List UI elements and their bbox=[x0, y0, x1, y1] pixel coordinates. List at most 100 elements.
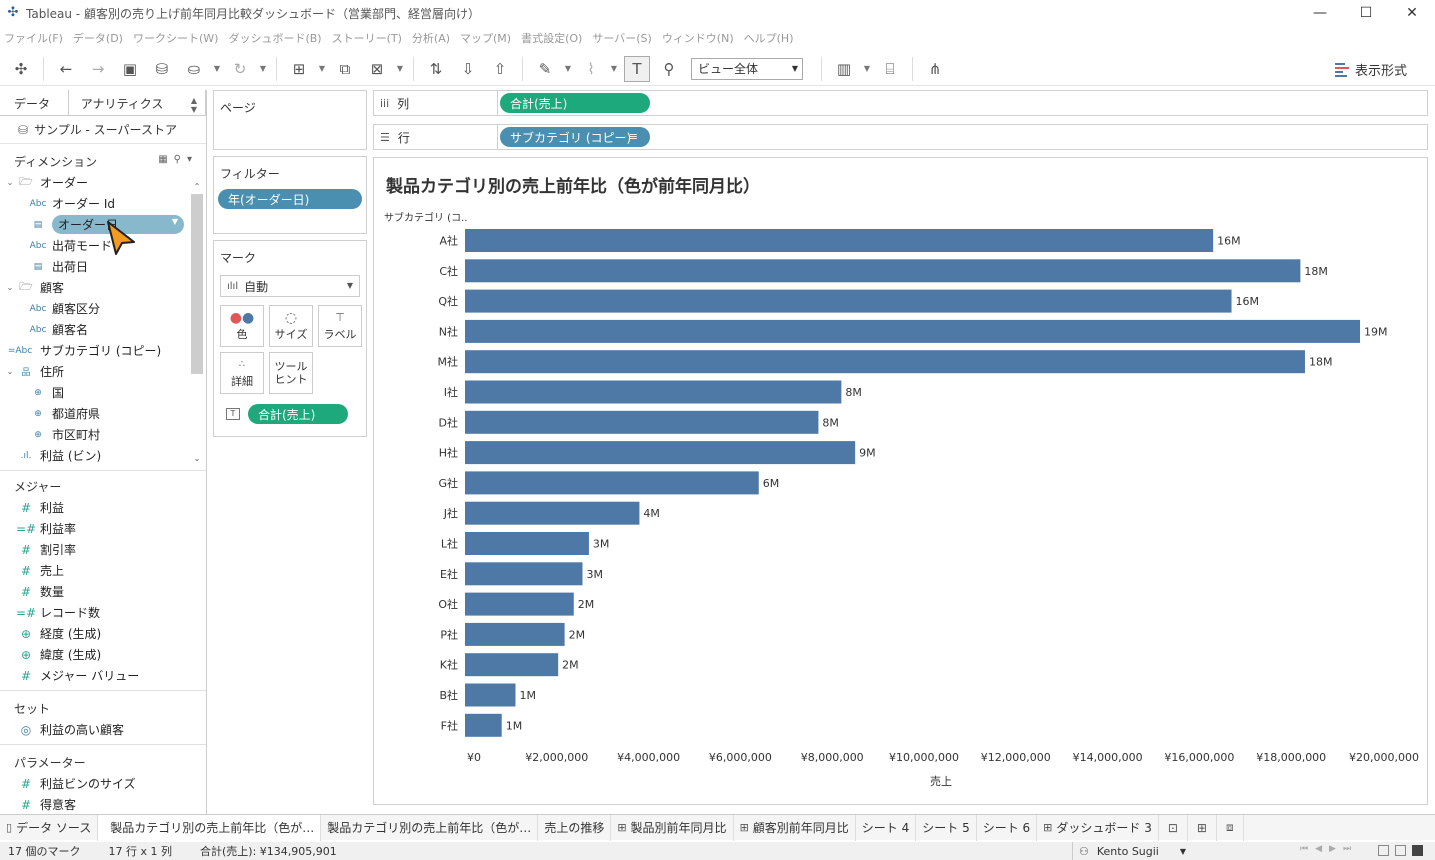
chevron-down-icon[interactable]: ▼ bbox=[172, 217, 178, 226]
fix-axes-icon[interactable]: ⚲ bbox=[656, 56, 682, 82]
field-address-hierarchy[interactable]: ⌄ 品住所 bbox=[0, 361, 206, 382]
fit-view-select[interactable]: ビュー全体 ▼ bbox=[691, 57, 803, 80]
chevron-down-icon[interactable]: ▼ bbox=[256, 56, 270, 82]
field-prefecture[interactable]: ⊕ 都道府県 bbox=[0, 403, 206, 424]
tab-view-icon[interactable] bbox=[1412, 845, 1423, 856]
show-me-button[interactable]: 表示形式 bbox=[1334, 60, 1407, 79]
menu-format[interactable]: 書式設定(O) bbox=[517, 30, 588, 46]
field-ship-mode[interactable]: Abc 出荷モード bbox=[0, 235, 206, 256]
minimize-button[interactable]: — bbox=[1297, 0, 1343, 26]
pause-updates-icon[interactable]: ⛀ bbox=[181, 56, 207, 82]
filmstrip-view-icon[interactable] bbox=[1395, 845, 1406, 856]
tab-sheet-copy[interactable]: 製品カテゴリ別の売上前年比（色が… bbox=[321, 814, 539, 841]
marks-type-select[interactable]: ılıl 自動 ▼ bbox=[220, 275, 360, 297]
field-high-profit-customers[interactable]: ◎ 利益の高い顧客 bbox=[0, 719, 206, 740]
dimension-tools-icons[interactable]: ▦⚲▾ bbox=[158, 154, 198, 165]
menu-story[interactable]: ストーリー(T) bbox=[328, 30, 408, 46]
tab-sheet-5[interactable]: シート 5 bbox=[916, 814, 977, 841]
chevron-down-icon[interactable]: ▼ bbox=[607, 56, 621, 82]
field-customer-folder[interactable]: ⌄ 🗁 顧客 bbox=[0, 277, 206, 298]
field-latitude[interactable]: ⊕ 緯度 (生成) bbox=[0, 644, 206, 665]
tab-sheet-4[interactable]: シート 4 bbox=[856, 814, 917, 841]
scroll-down-icon[interactable]: ⌄ bbox=[190, 454, 204, 466]
filters-card[interactable]: フィルター 年(オーダー日) bbox=[213, 156, 367, 234]
field-city[interactable]: ⊕ 市区町村 bbox=[0, 424, 206, 445]
menu-server[interactable]: サーバー(S) bbox=[588, 30, 657, 46]
chevron-down-icon[interactable]: ⌄ bbox=[4, 178, 16, 187]
columns-pill-sum-sales[interactable]: 合計(売上) bbox=[500, 93, 650, 113]
size-button[interactable]: ◌ サイズ bbox=[269, 305, 313, 347]
pages-card[interactable]: ページ bbox=[213, 90, 367, 150]
field-record-count[interactable]: =# レコード数 bbox=[0, 602, 206, 623]
field-subcategory-copy[interactable]: =Abc サブカテゴリ (コピー) bbox=[0, 340, 206, 361]
group-icon[interactable]: ⌇ bbox=[578, 56, 604, 82]
field-profit-ratio[interactable]: =# 利益率 bbox=[0, 518, 206, 539]
field-order-folder[interactable]: ⌄ 🗁 オーダー bbox=[0, 172, 206, 193]
param-top-customers[interactable]: # 得意客 bbox=[0, 794, 206, 814]
new-dashboard-button[interactable]: ⊞ bbox=[1188, 814, 1217, 841]
tooltip-button[interactable]: ツール ヒント bbox=[269, 352, 313, 394]
presentation-mode-icon[interactable]: ⌸ bbox=[877, 56, 903, 82]
tableau-home-icon[interactable]: ✣ bbox=[8, 56, 34, 82]
tab-dashboard-3[interactable]: ⊞ ダッシュボード 3 bbox=[1037, 814, 1159, 841]
new-story-button[interactable]: ⧈ bbox=[1217, 814, 1244, 841]
share-icon[interactable]: ⋔ bbox=[922, 56, 948, 82]
scroll-up-icon[interactable]: ⌃ bbox=[190, 182, 204, 194]
chevron-down-icon[interactable]: ▼ bbox=[393, 56, 407, 82]
field-profit[interactable]: # 利益 bbox=[0, 497, 206, 518]
grid-view-icon[interactable] bbox=[1378, 845, 1389, 856]
sheet-navigation-icons[interactable]: ⏮◀▶⏭ bbox=[1300, 844, 1358, 854]
chevron-down-icon[interactable]: ▼ bbox=[315, 56, 329, 82]
label-button[interactable]: ⊤ ラベル bbox=[318, 305, 362, 347]
new-datasource-icon[interactable]: ⛁ bbox=[149, 56, 175, 82]
chevron-down-icon[interactable]: ⌄ bbox=[4, 367, 16, 376]
param-profit-bin-size[interactable]: # 利益ビンのサイズ bbox=[0, 773, 206, 794]
field-quantity[interactable]: # 数量 bbox=[0, 581, 206, 602]
new-worksheet-button[interactable]: ⊡ bbox=[1159, 814, 1188, 841]
menu-analysis[interactable]: 分析(A) bbox=[408, 30, 456, 46]
undo-icon[interactable]: ← bbox=[53, 56, 79, 82]
scrollbar-thumb[interactable] bbox=[191, 194, 203, 374]
filter-pill-order-year[interactable]: 年(オーダー日) bbox=[218, 189, 362, 209]
chevron-down-icon[interactable]: ▼ bbox=[210, 56, 224, 82]
tab-analytics[interactable]: アナリティクス ▲ ▼ bbox=[69, 90, 206, 115]
chevron-down-icon[interactable]: ⌄ bbox=[4, 283, 16, 292]
field-order-id[interactable]: Abc オーダー Id bbox=[0, 193, 206, 214]
field-ship-date[interactable]: ▤ 出荷日 bbox=[0, 256, 206, 277]
rows-pill-subcategory[interactable]: サブカテゴリ (コピー) ≡ bbox=[500, 127, 650, 147]
field-discount[interactable]: # 割引率 bbox=[0, 539, 206, 560]
field-customer-segment[interactable]: Abc 顧客区分 bbox=[0, 298, 206, 319]
clear-sheet-icon[interactable]: ⊠ bbox=[364, 56, 390, 82]
new-worksheet-icon[interactable]: ⊞ bbox=[286, 56, 312, 82]
tab-datasource[interactable]: ▯ データ ソース bbox=[0, 814, 99, 841]
field-customer-name[interactable]: Abc 顧客名 bbox=[0, 319, 206, 340]
show-mark-labels-icon[interactable]: T bbox=[624, 55, 650, 82]
menu-worksheet[interactable]: ワークシート(W) bbox=[129, 30, 224, 46]
menu-dashboard[interactable]: ダッシュボード(B) bbox=[224, 30, 327, 46]
field-order-date[interactable]: ▤ オーダー日 ▼ bbox=[0, 214, 206, 235]
refresh-icon[interactable]: ↻ bbox=[227, 56, 253, 82]
field-longitude[interactable]: ⊕ 経度 (生成) bbox=[0, 623, 206, 644]
tab-dashboard-product[interactable]: ⊞ 製品別前年同月比 bbox=[611, 814, 734, 841]
datasource-item[interactable]: ⛁ サンプル - スーパーストア bbox=[0, 116, 206, 144]
close-button[interactable]: ✕ bbox=[1389, 0, 1435, 26]
save-icon[interactable]: ▣ bbox=[117, 56, 143, 82]
dimensions-scrollbar[interactable]: ⌃ ⌄ bbox=[190, 182, 204, 468]
maximize-button[interactable]: ☐ bbox=[1343, 0, 1389, 26]
field-country[interactable]: ⊕ 国 bbox=[0, 382, 206, 403]
menu-window[interactable]: ウィンドウ(N) bbox=[658, 30, 740, 46]
chevron-down-icon[interactable]: ▼ bbox=[561, 56, 575, 82]
marks-pill-sum-sales[interactable]: 合計(売上) bbox=[248, 404, 348, 424]
field-sales[interactable]: # 売上 bbox=[0, 560, 206, 581]
detail-button[interactable]: ∴ 詳細 bbox=[220, 352, 264, 394]
sort-descending-icon[interactable]: ⇧ bbox=[487, 56, 513, 82]
menu-file[interactable]: ファイル(F) bbox=[0, 30, 69, 46]
tab-sales-trend[interactable]: 売上の推移 bbox=[538, 814, 612, 841]
duplicate-sheet-icon[interactable]: ⧉ bbox=[332, 56, 358, 82]
field-measure-values[interactable]: # メジャー バリュー bbox=[0, 665, 206, 686]
redo-icon[interactable]: → bbox=[85, 56, 111, 82]
color-button[interactable]: ●● 色 bbox=[220, 305, 264, 347]
swap-rows-columns-icon[interactable]: ⇅ bbox=[423, 56, 449, 82]
menu-help[interactable]: ヘルプ(H) bbox=[740, 30, 800, 46]
tab-data[interactable]: データ bbox=[0, 90, 69, 115]
